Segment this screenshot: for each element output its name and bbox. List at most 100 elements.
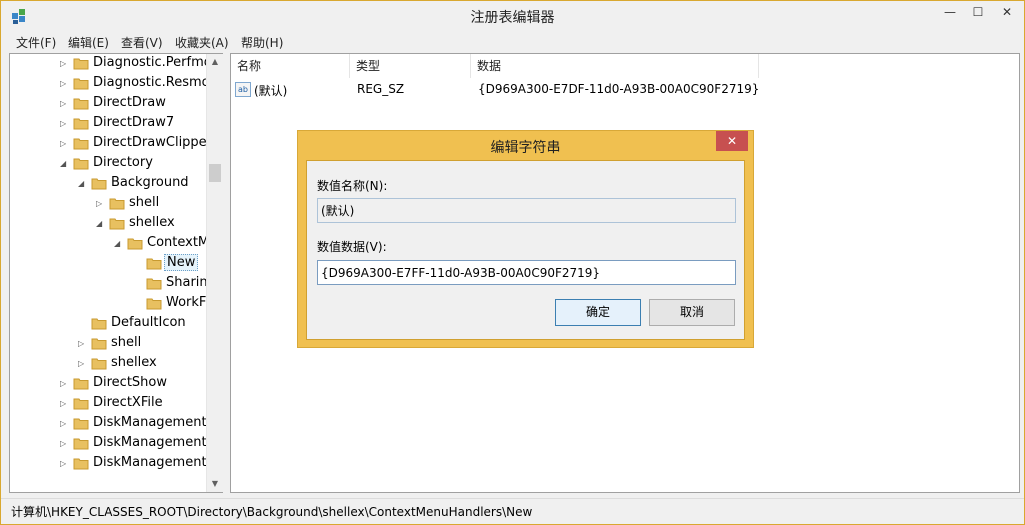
folder-icon: [91, 358, 107, 370]
tree-item[interactable]: ▷ DiskManagement.C: [10, 434, 220, 454]
value-type: REG_SZ: [357, 82, 405, 96]
expand-icon[interactable]: ▷: [60, 139, 69, 148]
folder-open-icon: [91, 178, 107, 190]
tree-item[interactable]: ▷ DirectDraw: [10, 94, 210, 114]
expand-icon[interactable]: ▷: [78, 359, 87, 368]
registry-tree[interactable]: ▷ Diagnostic.Perfmon ▷ Diagnostic.Resmon…: [9, 53, 223, 493]
tree-item-label: Diagnostic.Perfmon: [93, 55, 220, 70]
value-name: (默认): [254, 84, 288, 98]
tree-item-label: DirectDrawClipper: [93, 135, 213, 150]
tree-item[interactable]: WorkF: [10, 294, 210, 314]
tree-item[interactable]: ▷ Diagnostic.Perfmon: [10, 54, 220, 74]
tree-item-label: WorkF: [166, 295, 207, 310]
tree-item[interactable]: ▷ shellex: [10, 354, 210, 374]
tree-item-label: DiskManagement.C: [93, 435, 220, 450]
dialog-close-button[interactable]: ✕: [716, 131, 748, 151]
tree-item-new-selected[interactable]: New: [10, 254, 210, 274]
window-title: 注册表编辑器: [470, 10, 555, 26]
expand-icon[interactable]: ▷: [60, 439, 69, 448]
tree-item[interactable]: ▷ DiskManagement.C: [10, 414, 220, 434]
column-header-data[interactable]: 数据: [471, 54, 759, 78]
expand-icon[interactable]: ▷: [60, 419, 69, 428]
folder-open-icon: [73, 158, 89, 170]
tree-item-label: DirectXFile: [93, 395, 163, 410]
edit-string-dialog: 编辑字符串 ✕ 数值名称(N): 数值数据(V): 确定 取消: [297, 130, 754, 348]
collapse-icon[interactable]: ◢: [96, 219, 105, 228]
tree-item[interactable]: ▷ Diagnostic.Resmon.: [10, 74, 222, 94]
tree-scrollbar[interactable]: ▲ ▼: [206, 54, 223, 492]
expand-icon[interactable]: ▷: [60, 379, 69, 388]
tree-item-contextmenuhandlers[interactable]: ◢ ContextM: [10, 234, 210, 254]
tree-item-label: DiskManagement.D: [93, 455, 221, 470]
menu-help[interactable]: 帮助(H): [241, 34, 283, 51]
expand-icon[interactable]: ▷: [60, 79, 69, 88]
tree-item-label: DefaultIcon: [111, 315, 186, 330]
tree-item-shellex[interactable]: ◢ shellex: [10, 214, 210, 234]
cancel-button[interactable]: 取消: [649, 299, 735, 326]
maximize-button[interactable]: ☐: [964, 1, 992, 23]
tree-item-label: DirectShow: [93, 375, 168, 390]
folder-icon: [73, 458, 89, 470]
collapse-icon[interactable]: ◢: [60, 159, 69, 168]
column-header-name[interactable]: 名称: [231, 54, 350, 78]
expand-icon[interactable]: ▷: [60, 119, 69, 128]
scroll-down-icon[interactable]: ▼: [207, 476, 223, 492]
folder-icon: [73, 138, 89, 150]
folder-icon: [73, 98, 89, 110]
tree-item[interactable]: ▷ DirectDraw7: [10, 114, 210, 134]
column-header-type[interactable]: 类型: [350, 54, 471, 78]
menu-favorites[interactable]: 收藏夹(A): [175, 34, 229, 51]
expand-icon[interactable]: ▷: [60, 459, 69, 468]
menu-edit[interactable]: 编辑(E): [68, 34, 109, 51]
folder-icon: [73, 418, 89, 430]
expand-icon[interactable]: ▷: [60, 399, 69, 408]
tree-item-label: DirectDraw7: [93, 115, 175, 130]
folder-open-icon: [109, 218, 125, 230]
folder-icon: [146, 298, 162, 310]
expand-icon[interactable]: ▷: [60, 99, 69, 108]
folder-icon: [146, 258, 162, 270]
folder-open-icon: [127, 238, 143, 250]
value-data: {D969A300-E7DF-11d0-A93B-00A0C90F2719}: [478, 82, 760, 96]
folder-icon: [109, 198, 125, 210]
tree-item[interactable]: ▷ DirectXFile: [10, 394, 210, 414]
tree-item[interactable]: ▷ shell: [10, 334, 210, 354]
tree-item[interactable]: ▷ DirectShow: [10, 374, 210, 394]
tree-item-directory[interactable]: ◢ Directory: [10, 154, 210, 174]
tree-item[interactable]: DefaultIcon: [10, 314, 210, 334]
tree-item-label: Diagnostic.Resmon.: [93, 75, 223, 90]
dialog-title: 编辑字符串: [490, 140, 561, 156]
menu-file[interactable]: 文件(F): [16, 34, 56, 51]
folder-icon: [73, 118, 89, 130]
menu-view[interactable]: 查看(V): [121, 34, 163, 51]
folder-icon: [73, 78, 89, 90]
tree-item[interactable]: Sharing: [10, 274, 216, 294]
status-path: 计算机\HKEY_CLASSES_ROOT\Directory\Backgrou…: [11, 505, 533, 519]
folder-icon: [91, 318, 107, 330]
value-data-field[interactable]: [317, 260, 736, 285]
minimize-button[interactable]: —: [936, 1, 964, 23]
tree-item[interactable]: ▷ shell: [10, 194, 210, 214]
collapse-icon[interactable]: ◢: [78, 179, 87, 188]
tree-item-label: shellex: [111, 355, 157, 370]
collapse-icon[interactable]: ◢: [114, 239, 123, 248]
scroll-up-icon[interactable]: ▲: [207, 54, 223, 70]
folder-icon: [73, 438, 89, 450]
expand-icon[interactable]: ▷: [60, 59, 69, 68]
scrollbar-thumb[interactable]: [209, 164, 221, 182]
expand-icon[interactable]: ▷: [96, 199, 105, 208]
folder-icon: [146, 278, 162, 290]
status-bar: 计算机\HKEY_CLASSES_ROOT\Directory\Backgrou…: [1, 498, 1024, 524]
close-button[interactable]: ✕: [992, 1, 1022, 23]
menu-bar: 文件(F) 编辑(E) 查看(V) 收藏夹(A) 帮助(H): [1, 32, 1024, 52]
tree-item-label: DirectDraw: [93, 95, 166, 110]
list-item-default-value[interactable]: ab (默认) REG_SZ {D969A300-E7DF-11d0-A93B-…: [231, 80, 1011, 100]
tree-item[interactable]: ▷ DiskManagement.D: [10, 454, 221, 474]
tree-item[interactable]: ▷ DirectDrawClipper: [10, 134, 212, 154]
tree-item-label: Directory: [93, 155, 153, 170]
title-bar: 注册表编辑器 — ☐ ✕: [1, 1, 1024, 31]
value-name-field[interactable]: [317, 198, 736, 223]
expand-icon[interactable]: ▷: [78, 339, 87, 348]
ok-button[interactable]: 确定: [555, 299, 641, 326]
tree-item-background[interactable]: ◢ Background: [10, 174, 210, 194]
